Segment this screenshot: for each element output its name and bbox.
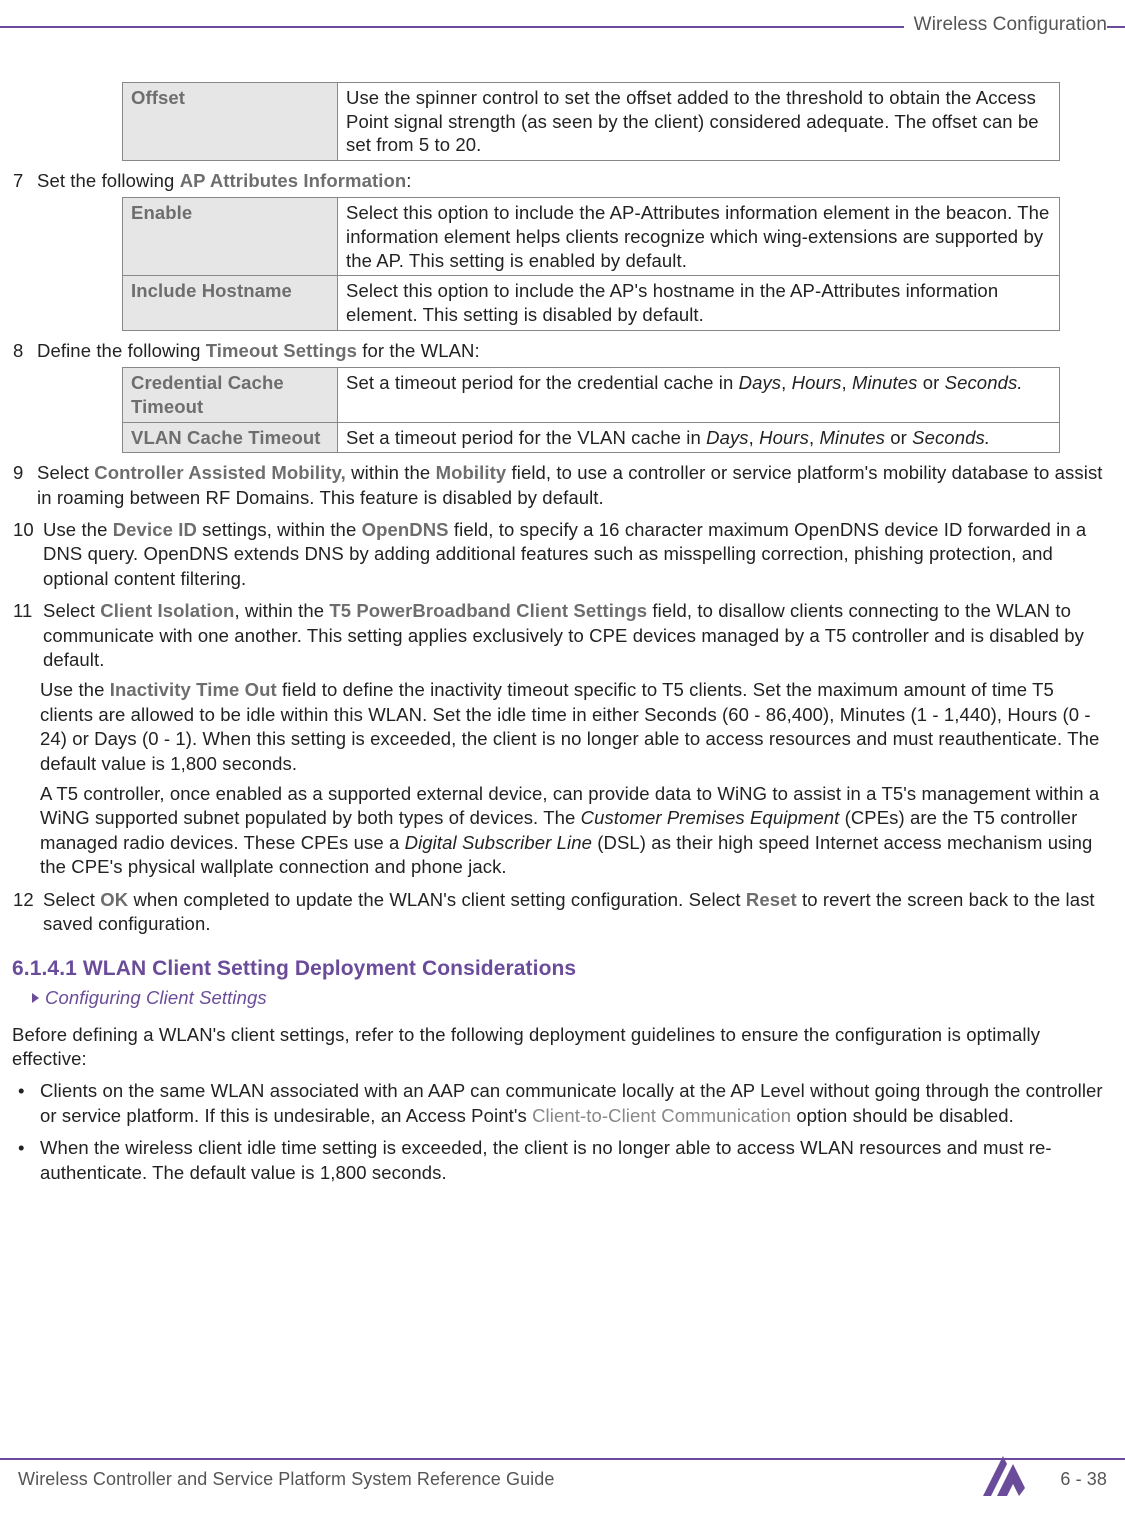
text: Digital Subscriber Line bbox=[405, 832, 592, 853]
step-body: Select Client Isolation, within the T5 P… bbox=[43, 599, 1115, 672]
step-body: Select Controller Assisted Mobility, wit… bbox=[37, 461, 1115, 510]
deployment-bullets: Clients on the same WLAN associated with… bbox=[10, 1079, 1115, 1185]
step-number: 9 bbox=[10, 461, 37, 485]
table-row: Offset Use the spinner control to set th… bbox=[123, 83, 1060, 161]
text: Set the following bbox=[37, 170, 180, 191]
text: settings, within the bbox=[197, 519, 362, 540]
step-12: 12 Select OK when completed to update th… bbox=[10, 888, 1115, 937]
text: , bbox=[749, 427, 759, 448]
client-isolation-label: Client Isolation bbox=[100, 600, 234, 621]
text: Select bbox=[43, 889, 100, 910]
ok-label: OK bbox=[100, 889, 128, 910]
inactivity-time-out-label: Inactivity Time Out bbox=[110, 679, 277, 700]
text: : bbox=[406, 170, 411, 191]
footer-page-number: 6 - 38 bbox=[1060, 1468, 1107, 1492]
text: Minutes bbox=[820, 427, 885, 448]
credential-cache-desc: Set a timeout period for the credential … bbox=[338, 368, 1060, 422]
text: Seconds. bbox=[912, 427, 990, 448]
intro-paragraph: Before defining a WLAN's client settings… bbox=[12, 1023, 1115, 1072]
include-hostname-desc: Select this option to include the AP's h… bbox=[338, 276, 1060, 330]
step-body: Use the Device ID settings, within the O… bbox=[43, 518, 1115, 591]
list-item: When the wireless client idle time setti… bbox=[10, 1136, 1115, 1185]
text: Customer Premises Equipment bbox=[581, 807, 840, 828]
text: Use the bbox=[43, 519, 113, 540]
text: , bbox=[842, 372, 852, 393]
text: or bbox=[885, 427, 912, 448]
table-row: VLAN Cache Timeout Set a timeout period … bbox=[123, 422, 1060, 453]
device-id-label: Device ID bbox=[113, 519, 197, 540]
content: Offset Use the spinner control to set th… bbox=[0, 82, 1125, 1185]
text: Hours bbox=[759, 427, 809, 448]
step-7: 7 Set the following AP Attributes Inform… bbox=[10, 169, 1115, 193]
step-11: 11 Select Client Isolation, within the T… bbox=[10, 599, 1115, 672]
text: Minutes bbox=[852, 372, 917, 393]
step-8: 8 Define the following Timeout Settings … bbox=[10, 339, 1115, 363]
step-body: Select OK when completed to update the W… bbox=[43, 888, 1115, 937]
page-footer: Wireless Controller and Service Platform… bbox=[0, 1468, 1125, 1492]
controller-assisted-mobility-label: Controller Assisted Mobility, bbox=[94, 462, 346, 483]
text: Hours bbox=[792, 372, 842, 393]
step-number: 11 bbox=[10, 599, 43, 623]
step-number: 10 bbox=[10, 518, 43, 542]
step-number: 8 bbox=[10, 339, 37, 363]
text: When the wireless client idle time setti… bbox=[40, 1137, 1052, 1182]
timeout-table: Credential Cache Timeout Set a timeout p… bbox=[122, 367, 1060, 453]
list-item: Clients on the same WLAN associated with… bbox=[10, 1079, 1115, 1128]
text: Use the bbox=[40, 679, 110, 700]
credential-cache-label: Credential Cache Timeout bbox=[123, 368, 338, 422]
table-row: Enable Select this option to include the… bbox=[123, 198, 1060, 276]
opendns-label: OpenDNS bbox=[362, 519, 449, 540]
text: Select bbox=[37, 462, 94, 483]
mobility-label: Mobility bbox=[436, 462, 507, 483]
vlan-cache-desc: Set a timeout period for the VLAN cache … bbox=[338, 422, 1060, 453]
step-body: Set the following AP Attributes Informat… bbox=[37, 169, 1115, 193]
text: , bbox=[809, 427, 819, 448]
breadcrumb-link[interactable]: Configuring Client Settings bbox=[45, 987, 267, 1008]
arrow-right-icon bbox=[32, 993, 39, 1003]
ap-attributes-label: AP Attributes Information bbox=[180, 170, 407, 191]
step-11-sub2: A T5 controller, once enabled as a suppo… bbox=[40, 782, 1115, 880]
step-number: 7 bbox=[10, 169, 37, 193]
offset-table: Offset Use the spinner control to set th… bbox=[122, 82, 1060, 161]
text: , within the bbox=[234, 600, 329, 621]
text: for the WLAN: bbox=[357, 340, 480, 361]
text: or bbox=[917, 372, 944, 393]
text: when completed to update the WLAN's clie… bbox=[128, 889, 746, 910]
vlan-cache-label: VLAN Cache Timeout bbox=[123, 422, 338, 453]
text: Days bbox=[739, 372, 782, 393]
header-title: Wireless Configuration bbox=[904, 12, 1107, 37]
t5-powerbroadband-label: T5 PowerBroadband Client Settings bbox=[329, 600, 647, 621]
include-hostname-label: Include Hostname bbox=[123, 276, 338, 330]
section-heading: 6.1.4.1 WLAN Client Setting Deployment C… bbox=[12, 955, 1115, 983]
text: Select bbox=[43, 600, 100, 621]
step-11-sub1: Use the Inactivity Time Out field to def… bbox=[40, 678, 1115, 776]
footer-left: Wireless Controller and Service Platform… bbox=[18, 1468, 555, 1492]
enable-label: Enable bbox=[123, 198, 338, 276]
offset-desc: Use the spinner control to set the offse… bbox=[338, 83, 1060, 161]
text: , bbox=[781, 372, 791, 393]
text: Seconds. bbox=[945, 372, 1023, 393]
enable-desc: Select this option to include the AP-Att… bbox=[338, 198, 1060, 276]
text: Days bbox=[706, 427, 749, 448]
reset-label: Reset bbox=[746, 889, 797, 910]
step-number: 12 bbox=[10, 888, 43, 912]
footer-rule bbox=[0, 1458, 1125, 1460]
timeout-settings-label: Timeout Settings bbox=[206, 340, 357, 361]
text: Set a timeout period for the VLAN cache … bbox=[346, 427, 706, 448]
step-body: Define the following Timeout Settings fo… bbox=[37, 339, 1115, 363]
offset-label: Offset bbox=[123, 83, 338, 161]
table-row: Include Hostname Select this option to i… bbox=[123, 276, 1060, 330]
table-row: Credential Cache Timeout Set a timeout p… bbox=[123, 368, 1060, 422]
client-to-client-link[interactable]: Client-to-Client Communication bbox=[532, 1105, 791, 1126]
text: Define the following bbox=[37, 340, 206, 361]
page: Wireless Configuration Offset Use the sp… bbox=[0, 0, 1125, 1518]
page-header: Wireless Configuration bbox=[0, 0, 1125, 50]
text: within the bbox=[346, 462, 436, 483]
step-10: 10 Use the Device ID settings, within th… bbox=[10, 518, 1115, 591]
text: Set a timeout period for the credential … bbox=[346, 372, 739, 393]
ap-attributes-table: Enable Select this option to include the… bbox=[122, 197, 1060, 330]
text: option should be disabled. bbox=[791, 1105, 1014, 1126]
breadcrumb[interactable]: Configuring Client Settings bbox=[32, 986, 1115, 1010]
step-9: 9 Select Controller Assisted Mobility, w… bbox=[10, 461, 1115, 510]
